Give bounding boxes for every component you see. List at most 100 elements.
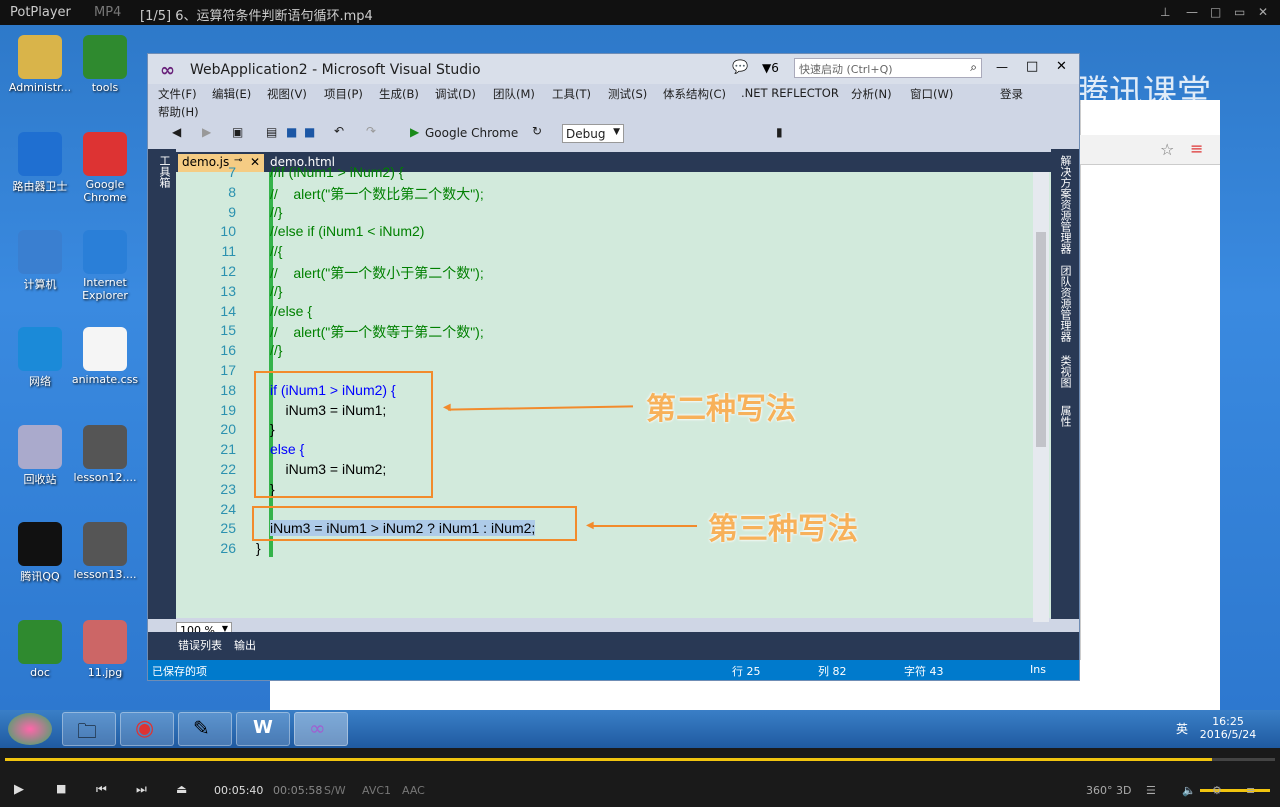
menu-architecture[interactable]: 体系结构(C): [663, 86, 726, 102]
tab-output[interactable]: 输出: [234, 637, 256, 653]
properties-tab[interactable]: 属性: [1057, 405, 1073, 427]
player-app-name[interactable]: PotPlayer: [10, 5, 71, 20]
desktop-icon[interactable]: 腾讯QQ: [5, 522, 75, 584]
code-line[interactable]: //}: [270, 204, 282, 220]
menu-edit[interactable]: 编辑(E): [212, 86, 251, 102]
solution-explorer-tab[interactable]: 解决方案资源管理器: [1057, 155, 1073, 254]
menu-tools[interactable]: 工具(T): [552, 86, 591, 102]
vr-icon[interactable]: 360°: [1086, 784, 1113, 797]
restore-icon[interactable]: □: [1210, 5, 1221, 19]
acodec-badge[interactable]: AAC: [402, 784, 425, 797]
taskbar-word[interactable]: W: [236, 712, 290, 746]
config-select[interactable]: Debug ▼: [562, 124, 624, 143]
quick-launch-input[interactable]: 快速启动 (Ctrl+Q) ⌕: [794, 58, 982, 78]
desktop-icon[interactable]: 路由器卫士: [5, 132, 75, 194]
code-line[interactable]: //if (iNum1 > iNum2) {: [270, 164, 403, 180]
play-icon[interactable]: ▶: [14, 782, 24, 797]
code-line[interactable]: //}: [270, 283, 282, 299]
menu-analyze[interactable]: 分析(N): [851, 86, 892, 102]
refresh-icon[interactable]: ↻: [532, 124, 542, 138]
open-icon[interactable]: ▤: [266, 125, 277, 139]
menu-build[interactable]: 生成(B): [379, 86, 419, 102]
menu-view[interactable]: 视图(V): [267, 86, 307, 102]
code-line[interactable]: }: [256, 540, 261, 556]
menu-project[interactable]: 项目(P): [324, 86, 363, 102]
vcodec-badge[interactable]: AVC1: [362, 784, 391, 797]
menu-test[interactable]: 测试(S): [608, 86, 647, 102]
desktop-icon[interactable]: 计算机: [5, 230, 75, 292]
code-line[interactable]: // alert("第一个数比第二个数大");: [270, 184, 484, 204]
vertical-scrollbar[interactable]: [1033, 172, 1049, 622]
run-icon[interactable]: ▶: [410, 125, 419, 139]
taskbar-vs[interactable]: ∞: [294, 712, 348, 746]
menu-net-reflector[interactable]: .NET REFLECTOR: [741, 86, 839, 100]
taskbar-paint[interactable]: ✎: [178, 712, 232, 746]
desktop-icon[interactable]: Administr...: [5, 35, 75, 94]
bookmark-icon[interactable]: ▮: [776, 125, 783, 139]
code-line[interactable]: //else {: [270, 303, 312, 319]
taskbar-chrome[interactable]: ◉: [120, 712, 174, 746]
pin-icon[interactable]: ⊥: [1160, 5, 1170, 19]
login-link[interactable]: 登录: [1000, 86, 1023, 102]
desktop-icon[interactable]: doc: [5, 620, 75, 679]
feedback-icon[interactable]: 💬: [732, 60, 748, 75]
desktop-icon[interactable]: animate.css: [70, 327, 140, 386]
menu-team[interactable]: 团队(M): [493, 86, 535, 102]
menu-icon[interactable]: ≡: [1190, 139, 1203, 158]
code-line[interactable]: // alert("第一个数小于第二个数");: [270, 263, 484, 283]
chapters-icon[interactable]: ☰: [1146, 784, 1156, 797]
code-line[interactable]: //{: [270, 243, 282, 259]
menu-help[interactable]: 帮助(H): [158, 104, 199, 120]
close-tab-icon[interactable]: ✕: [250, 155, 260, 169]
prev-icon[interactable]: ⏮: [96, 782, 107, 797]
ime-indicator[interactable]: 英: [1176, 720, 1188, 737]
toolbox-tab[interactable]: 工具箱: [156, 155, 172, 188]
stop-icon[interactable]: ■: [56, 782, 66, 795]
vs-minimize-icon[interactable]: —: [996, 60, 1008, 74]
save-icon[interactable]: ■: [286, 125, 297, 139]
start-button[interactable]: [8, 713, 52, 745]
desktop-icon[interactable]: Internet Explorer: [70, 230, 140, 302]
vs-close-icon[interactable]: ✕: [1056, 59, 1067, 74]
desktop-icon[interactable]: Google Chrome: [70, 132, 140, 204]
new-project-icon[interactable]: ▣: [232, 125, 243, 139]
taskbar-explorer[interactable]: 🗀: [62, 712, 116, 746]
run-target[interactable]: Google Chrome: [425, 126, 518, 140]
close-icon[interactable]: ✕: [1258, 5, 1268, 19]
tab-error-list[interactable]: 错误列表: [178, 637, 222, 653]
desktop-icon[interactable]: lesson12....: [70, 425, 140, 484]
team-explorer-tab[interactable]: 团队资源管理器: [1057, 265, 1073, 342]
forward-icon[interactable]: ▶: [202, 125, 211, 139]
class-view-tab[interactable]: 类视图: [1057, 355, 1073, 388]
desktop-icon[interactable]: 回收站: [5, 425, 75, 487]
code-line[interactable]: //else if (iNum1 < iNum2): [270, 223, 424, 239]
back-icon[interactable]: ◀: [172, 125, 181, 139]
scroll-thumb[interactable]: [1036, 232, 1046, 447]
vs-maximize-icon[interactable]: □: [1026, 59, 1038, 74]
star-icon[interactable]: ☆: [1160, 140, 1174, 159]
sw-badge[interactable]: S/W: [324, 784, 346, 797]
notification-flag-icon[interactable]: ▼6: [762, 61, 779, 75]
desktop-icon[interactable]: lesson13....: [70, 522, 140, 581]
menu-window[interactable]: 窗口(W): [910, 86, 953, 102]
clock[interactable]: 16:25 2016/5/24: [1198, 715, 1258, 741]
next-icon[interactable]: ⏭: [136, 782, 147, 797]
desktop-icon[interactable]: tools: [70, 35, 140, 94]
undo-icon[interactable]: ↶: [334, 124, 344, 138]
minimize-icon[interactable]: —: [1186, 5, 1198, 19]
save-all-icon[interactable]: ■: [304, 125, 315, 139]
desktop-icon[interactable]: 11.jpg: [70, 620, 140, 679]
volume-icon[interactable]: 🔈: [1182, 784, 1196, 797]
code-line[interactable]: // alert("第一个数等于第二个数");: [270, 322, 484, 342]
eject-icon[interactable]: ⏏: [176, 782, 187, 796]
desktop-icon[interactable]: 网络: [5, 327, 75, 389]
volume-slider[interactable]: [1200, 789, 1270, 792]
settings-gear-icon[interactable]: ⚙: [1212, 784, 1222, 797]
playlist-icon[interactable]: ≡: [1246, 784, 1255, 797]
fullscreen-icon[interactable]: ▭: [1234, 5, 1245, 19]
3d-icon[interactable]: 3D: [1116, 784, 1131, 797]
menu-file[interactable]: 文件(F): [158, 86, 197, 102]
menu-debug[interactable]: 调试(D): [435, 86, 476, 102]
code-line[interactable]: //}: [270, 342, 282, 358]
redo-icon[interactable]: ↷: [366, 124, 376, 138]
